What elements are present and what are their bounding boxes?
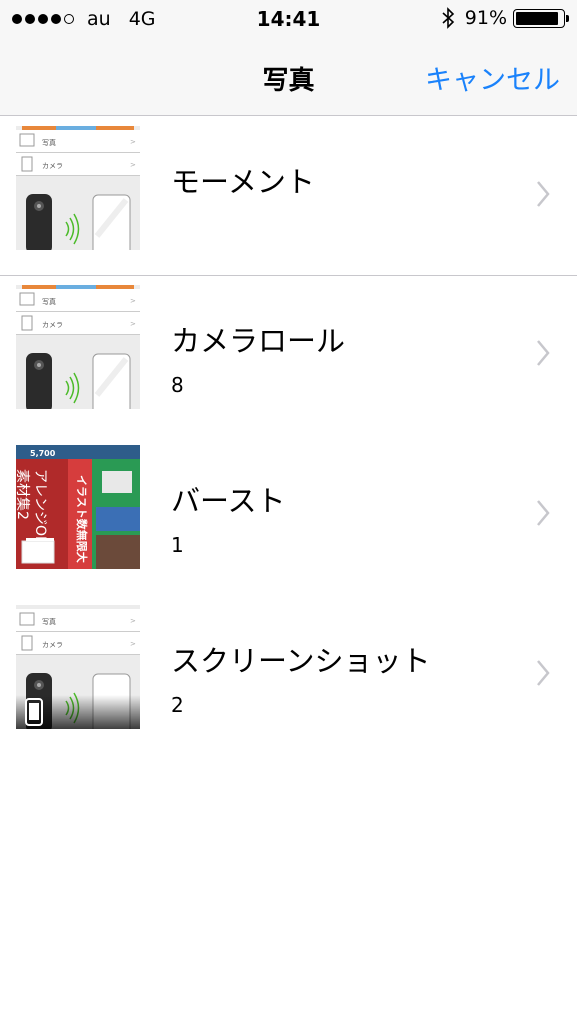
- status-right: 91%: [441, 7, 569, 29]
- screenshot-thumbnail-image: 写真 カメラ > >: [16, 605, 140, 729]
- album-thumbnail: 写真 カメラ > >: [16, 126, 140, 250]
- album-title: モーメント: [171, 165, 315, 199]
- album-count: 1: [171, 533, 184, 557]
- svg-text:写真: 写真: [42, 138, 56, 147]
- album-title: カメラロール: [171, 324, 346, 358]
- svg-text:>: >: [130, 138, 136, 146]
- screenshot-thumbnail-image: 写真 カメラ > >: [16, 285, 140, 409]
- album-row-burst[interactable]: 5,700 イラスト数無限大 アレンジOK 素材集2 バースト 1: [0, 436, 577, 596]
- cancel-button[interactable]: キャンセル: [425, 58, 560, 97]
- album-row-moments[interactable]: 写真 カメラ > > モーメント: [0, 117, 577, 276]
- chevron-right-icon: [537, 500, 550, 526]
- svg-text:>: >: [130, 161, 136, 169]
- svg-text:>: >: [130, 640, 136, 648]
- status-bar: au 4G 14:41 91%: [0, 0, 577, 38]
- chevron-right-icon: [537, 660, 550, 686]
- svg-text:カメラ: カメラ: [42, 162, 63, 170]
- svg-text:素材集2: 素材集2: [16, 469, 31, 520]
- album-row-screenshots[interactable]: 写真 カメラ > > スクリーンショット 2: [0, 596, 577, 756]
- album-count: 2: [171, 693, 184, 717]
- album-list: 写真 カメラ > > モーメント 写真 カメラ > > カメラロール 8 5,7…: [0, 117, 577, 756]
- album-title: バースト: [171, 484, 286, 518]
- battery-icon: [513, 8, 569, 28]
- bluetooth-icon: [442, 7, 454, 29]
- svg-text:アレンジOK: アレンジOK: [32, 469, 48, 546]
- svg-text:イラスト数無限大: イラスト数無限大: [75, 475, 89, 563]
- album-thumbnail: 写真 カメラ > >: [16, 605, 140, 729]
- nav-bar: 写真 キャンセル: [0, 38, 577, 116]
- album-thumbnail: 写真 カメラ > >: [16, 285, 140, 409]
- chevron-right-icon: [537, 340, 550, 366]
- svg-text:>: >: [130, 320, 136, 328]
- battery-tip: [566, 14, 569, 22]
- album-thumbnail: 5,700 イラスト数無限大 アレンジOK 素材集2: [16, 445, 140, 569]
- svg-text:5,700: 5,700: [30, 449, 56, 458]
- album-count: 8: [171, 373, 184, 397]
- svg-text:>: >: [130, 617, 136, 625]
- battery-percent: 91%: [464, 7, 507, 29]
- svg-text:写真: 写真: [42, 297, 56, 306]
- chevron-right-icon: [537, 181, 550, 207]
- screenshot-thumbnail-image: 写真 カメラ > >: [16, 126, 140, 250]
- battery-fill: [516, 11, 558, 25]
- svg-text:カメラ: カメラ: [42, 321, 63, 329]
- album-row-camera-roll[interactable]: 写真 カメラ > > カメラロール 8: [0, 276, 577, 436]
- svg-text:>: >: [130, 297, 136, 305]
- svg-text:カメラ: カメラ: [42, 641, 63, 649]
- burst-photo-image: 5,700 イラスト数無限大 アレンジOK 素材集2: [16, 445, 140, 569]
- svg-text:写真: 写真: [42, 617, 56, 626]
- album-title: スクリーンショット: [171, 644, 431, 678]
